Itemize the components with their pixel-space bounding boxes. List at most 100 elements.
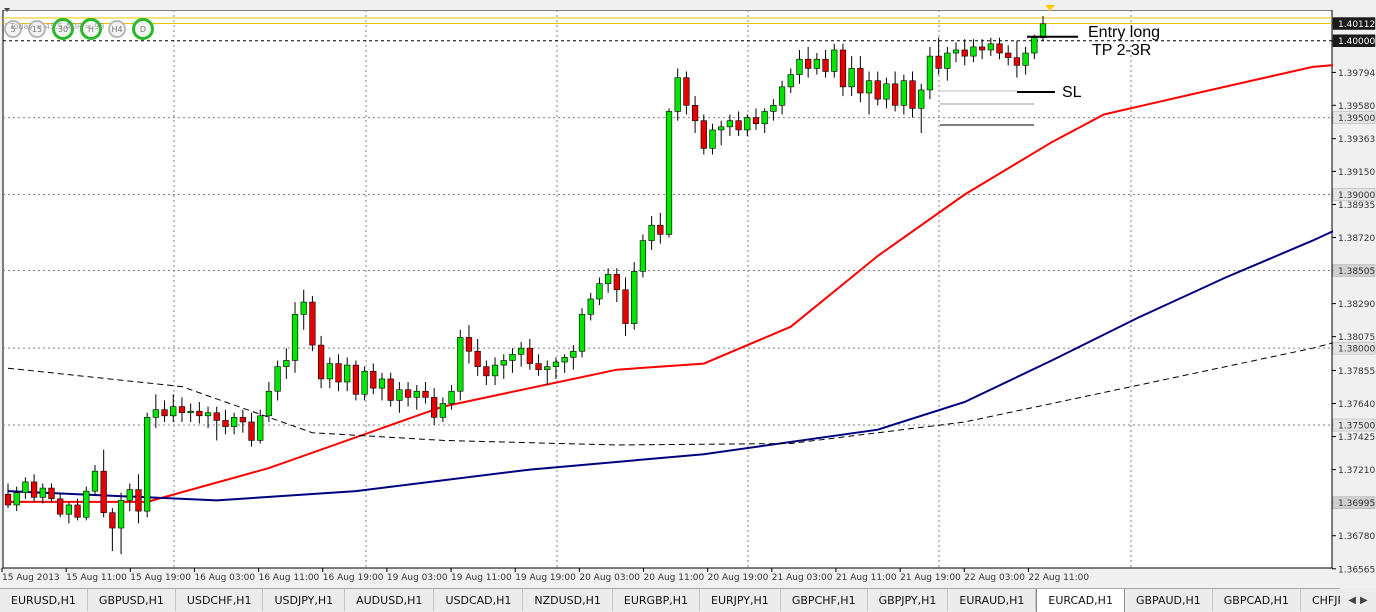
bullish-candle xyxy=(187,410,194,414)
symbol-tab-audusd-h1[interactable]: AUDUSD,H1 xyxy=(345,589,435,611)
bearish-candle xyxy=(370,370,377,389)
scroll-right-icon[interactable]: ▶ xyxy=(1360,595,1368,606)
price-axis-label: 1.38290 xyxy=(1338,300,1375,310)
bearish-candle xyxy=(48,487,55,500)
time-axis-label: 22 Aug 03:00 xyxy=(964,573,1025,583)
bearish-candle xyxy=(222,420,229,427)
symbol-tab-eurusd-h1[interactable]: EURUSD,H1 xyxy=(0,589,88,611)
bearish-candle xyxy=(4,493,12,506)
price-axis-label: 1.39580 xyxy=(1338,102,1375,112)
bullish-candle xyxy=(413,390,420,398)
symbol-tab-eurjpy-h1[interactable]: EURJPY,H1 xyxy=(700,589,781,611)
timeframe-button-h[interactable]: H xyxy=(80,18,102,40)
bearish-candle xyxy=(483,366,490,377)
entry-annotation: Entry long xyxy=(1088,24,1161,41)
bearish-candle xyxy=(1013,57,1021,66)
bearish-candle xyxy=(431,397,438,418)
bearish-candle xyxy=(735,120,742,131)
price-axis-label: 1.40000 xyxy=(1338,37,1375,47)
timeframe-selector: 5 15 30 H H4 D xyxy=(4,18,154,44)
bullish-candle xyxy=(631,271,638,324)
timeframe-button-h4[interactable]: H4 xyxy=(108,20,126,38)
symbol-tab-gbpaud-h1[interactable]: GBPAUD,H1 xyxy=(1125,589,1213,611)
time-axis-label: 21 Aug 03:00 xyxy=(772,573,833,583)
symbol-tab-eurgbp-h1[interactable]: EURGBP,H1 xyxy=(613,589,701,611)
bullish-candle xyxy=(952,49,960,54)
bullish-candle xyxy=(552,361,560,367)
time-axis-label: 19 Aug 11:00 xyxy=(451,573,512,583)
bullish-candle xyxy=(117,500,125,529)
bearish-candle xyxy=(74,504,81,518)
bullish-candle xyxy=(22,481,29,493)
price-axis-label: 1.39363 xyxy=(1338,135,1375,145)
bullish-candle xyxy=(648,224,655,241)
symbol-tab-gbpcad-h1[interactable]: GBPCAD,H1 xyxy=(1213,589,1301,611)
bearish-candle xyxy=(387,378,394,401)
bearish-candle xyxy=(1005,52,1012,58)
time-axis-label: 20 Aug 11:00 xyxy=(644,573,705,583)
bullish-candle xyxy=(1022,52,1029,66)
bullish-candle xyxy=(361,370,368,395)
bullish-candle xyxy=(970,46,977,57)
scroll-left-icon[interactable]: ◀ xyxy=(1348,595,1356,606)
time-axis-label: 16 Aug 19:00 xyxy=(323,573,384,583)
bullish-candle xyxy=(761,111,768,125)
bullish-candle xyxy=(83,490,90,518)
bearish-candle xyxy=(683,77,690,106)
symbol-tab-euraud-h1[interactable]: EURAUD,H1 xyxy=(948,589,1037,611)
symbol-tab-gbpchf-h1[interactable]: GBPCHF,H1 xyxy=(781,589,868,611)
time-axis-label: 16 Aug 03:00 xyxy=(194,573,255,583)
symbol-tab-nzdusd-h1[interactable]: NZDUSD,H1 xyxy=(523,589,613,611)
bearish-candle xyxy=(935,55,942,69)
bearish-candle xyxy=(100,470,107,513)
bearish-candle xyxy=(700,120,707,149)
timeframe-button-5[interactable]: 5 xyxy=(4,20,22,38)
price-axis-label: 1.38935 xyxy=(1338,201,1375,211)
symbol-tab-usdcad-h1[interactable]: USDCAD,H1 xyxy=(434,589,524,611)
bearish-candle xyxy=(474,350,481,367)
bearish-candle xyxy=(752,117,760,125)
price-axis-label: 1.39150 xyxy=(1338,168,1375,178)
bearish-candle xyxy=(30,481,38,498)
price-axis-label: 1.39794 xyxy=(1338,69,1375,79)
bearish-candle xyxy=(909,80,916,109)
symbol-tab-bar: EURUSD,H1 GBPUSD,H1 USDCHF,H1 USDJPY,H1 AUDU… xyxy=(0,588,1376,612)
symbol-tab-usdchf-h1[interactable]: USDCHF,H1 xyxy=(176,589,264,611)
bearish-candle xyxy=(465,337,473,352)
bearish-candle xyxy=(213,412,220,421)
bearish-candle xyxy=(335,363,342,383)
symbol-tab-gbpjpy-h1[interactable]: GBPJPY,H1 xyxy=(868,589,949,611)
timeframe-button-d[interactable]: D xyxy=(132,18,154,40)
symbol-tab-gbpusd-h1[interactable]: GBPUSD,H1 xyxy=(88,589,176,611)
bearish-candle xyxy=(196,410,203,417)
timeframe-button-15[interactable]: 15 xyxy=(28,20,46,38)
tab-scroll-arrows[interactable]: ◀ ▶ xyxy=(1340,588,1376,612)
bearish-candle xyxy=(996,43,1003,54)
bearish-candle xyxy=(874,80,881,100)
bearish-candle xyxy=(857,68,864,94)
price-axis-label: 1.39000 xyxy=(1338,191,1375,201)
time-axis-label: 21 Aug 19:00 xyxy=(900,573,961,583)
bullish-candle xyxy=(344,364,351,383)
price-axis-label: 1.36565 xyxy=(1338,565,1375,575)
bullish-candle xyxy=(144,417,151,512)
bullish-candle xyxy=(918,89,925,109)
price-axis-label: 1.36780 xyxy=(1338,532,1375,542)
price-axis-label: 1.37640 xyxy=(1338,400,1375,410)
timeframe-button-30[interactable]: 30 xyxy=(52,18,74,40)
price-axis-label: 1.40112 xyxy=(1338,20,1375,30)
bearish-candle xyxy=(822,58,829,72)
chart-area[interactable]: 1.40112 1.40000 1.39794 1.39580 1.39500 1.393… xyxy=(0,0,1376,588)
bullish-candle xyxy=(1031,37,1038,54)
bullish-candle xyxy=(231,417,238,427)
symbol-tab-usdjpy-h1[interactable]: USDJPY,H1 xyxy=(263,589,346,611)
price-chart[interactable]: 1.40112 1.40000 1.39794 1.39580 1.39500 1.393… xyxy=(0,0,1376,588)
bullish-candle xyxy=(500,360,507,366)
bullish-candle xyxy=(665,111,673,235)
tp-annotation: TP 2-3R xyxy=(1092,42,1152,59)
bearish-candle xyxy=(352,364,360,395)
bullish-candle xyxy=(570,350,577,358)
bullish-candle xyxy=(587,298,594,315)
symbol-tab-eurcad-h1[interactable]: EURCAD,H1 xyxy=(1036,589,1125,612)
bearish-candle xyxy=(161,409,168,417)
